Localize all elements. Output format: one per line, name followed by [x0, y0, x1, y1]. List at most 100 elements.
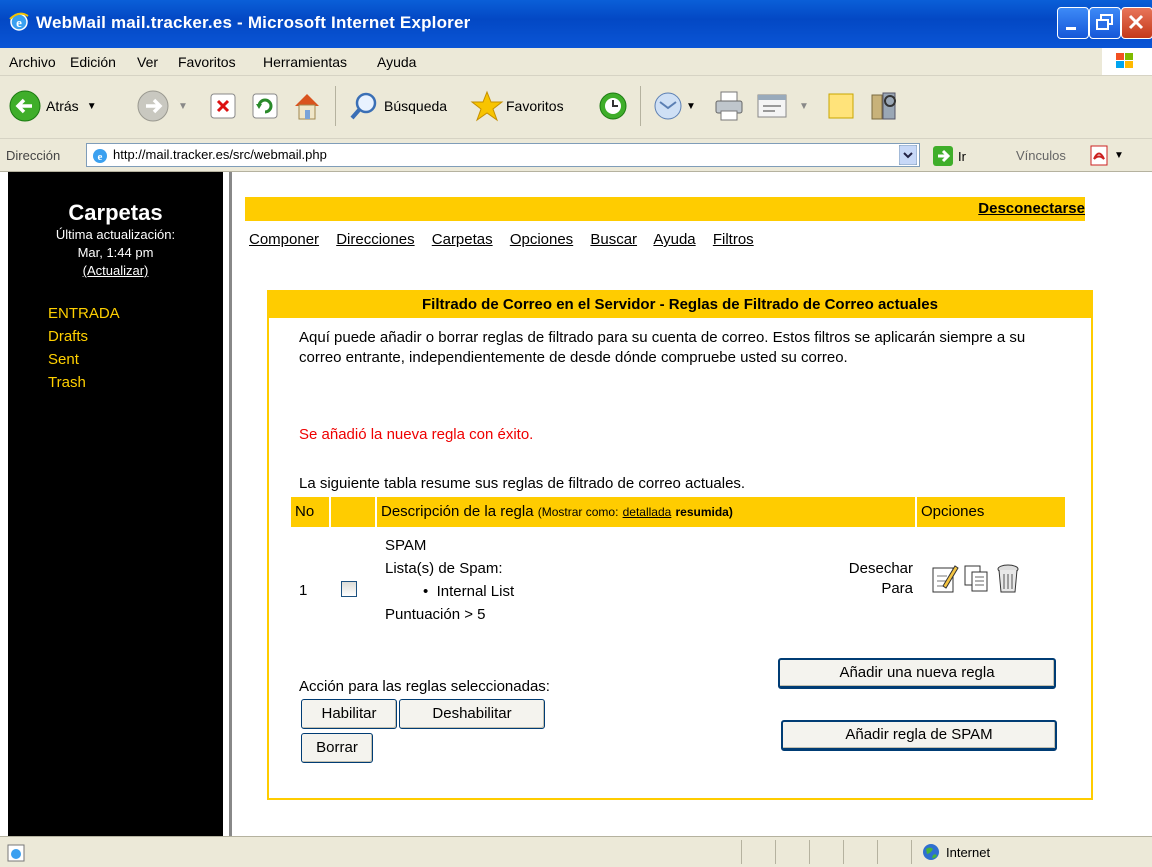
enable-button[interactable]: Habilitar — [301, 699, 397, 729]
edit-button[interactable]: ▼ — [755, 88, 809, 124]
refresh-button[interactable] — [250, 88, 280, 124]
address-input[interactable]: e http://mail.tracker.es/src/webmail.php — [86, 143, 920, 167]
discuss-button[interactable] — [826, 88, 856, 124]
restore-icon — [1096, 14, 1113, 30]
history-button[interactable] — [597, 88, 629, 124]
nav-opciones[interactable]: Opciones — [510, 231, 573, 248]
status-cell — [775, 840, 808, 864]
close-icon — [1128, 14, 1144, 30]
go-button[interactable]: Ir — [932, 145, 966, 167]
refresh-link[interactable]: (Actualizar) — [8, 262, 223, 280]
folder-drafts[interactable]: Drafts — [48, 325, 223, 348]
selected-action-label: Acción para las reglas seleccionadas: — [299, 678, 550, 695]
mail-button[interactable]: ▼ — [652, 88, 696, 124]
rule-action-line1: Desechar — [848, 560, 913, 577]
research-button[interactable] — [868, 88, 900, 124]
pdf-toolbar-button[interactable]: ▼ — [1088, 144, 1124, 166]
minimize-icon — [1066, 27, 1076, 30]
note-icon — [828, 93, 854, 119]
status-bar: Internet — [0, 836, 1152, 867]
zone-cell: Internet — [911, 840, 1152, 864]
disable-button[interactable]: Deshabilitar — [399, 699, 545, 729]
rule-list-item: • Internal List — [423, 583, 515, 600]
links-label[interactable]: Vínculos — [1016, 148, 1066, 163]
folder-sidebar: Carpetas Última actualización: Mar, 1:44… — [8, 172, 223, 836]
print-button[interactable] — [712, 88, 746, 124]
address-dropdown-icon[interactable] — [899, 145, 917, 165]
pdf-dropdown-icon[interactable]: ▼ — [1114, 150, 1124, 161]
restore-button[interactable] — [1089, 7, 1121, 39]
toolbar: Atrás ▼ ▼ Búsqueda Favoritos ▼ ▼ — [0, 76, 1152, 139]
close-button[interactable] — [1121, 7, 1152, 39]
col-description-label: Descripción de la regla — [381, 503, 534, 520]
rule-checkbox[interactable] — [341, 581, 357, 597]
folder-entrada[interactable]: ENTRADA — [48, 302, 223, 325]
add-spam-rule-button[interactable]: Añadir regla de SPAM — [781, 720, 1057, 751]
menu-edicion[interactable]: Edición — [70, 54, 116, 70]
col-options: Opciones — [917, 497, 1065, 527]
zone-label: Internet — [946, 844, 991, 860]
home-button[interactable] — [290, 88, 324, 124]
edit-page-icon — [757, 94, 787, 118]
forward-button[interactable]: ▼ — [136, 88, 188, 124]
stop-button[interactable] — [208, 88, 238, 124]
intro-text: Aquí puede añadir o borrar reglas de fil… — [299, 329, 1026, 366]
panel-title: Filtrado de Correo en el Servidor - Regl… — [269, 292, 1091, 318]
detailed-view-link[interactable]: detallada — [623, 505, 672, 519]
nav-ayuda[interactable]: Ayuda — [653, 231, 695, 248]
nav-filtros[interactable]: Filtros — [713, 231, 754, 248]
success-message: Se añadió la nueva regla con éxito. — [299, 426, 534, 443]
nav-componer[interactable]: Componer — [249, 231, 319, 248]
logout-link[interactable]: Desconectarse — [978, 200, 1085, 217]
rule-name: SPAM — [385, 537, 427, 554]
rules-table-header: No Descripción de la regla (Mostrar como… — [291, 497, 1065, 527]
address-label: Dirección — [6, 148, 61, 163]
last-update-time: Mar, 1:44 pm — [77, 245, 154, 260]
mail-dropdown-icon[interactable]: ▼ — [686, 101, 696, 112]
rule-lists-label: Lista(s) de Spam: — [385, 560, 503, 577]
go-arrow-icon — [933, 146, 953, 166]
copy-rule-icon[interactable] — [963, 564, 991, 594]
menu-herramientas[interactable]: Herramientas — [263, 54, 347, 70]
delete-button[interactable]: Borrar — [301, 733, 373, 763]
forward-dropdown-icon[interactable]: ▼ — [178, 101, 188, 112]
menu-archivo[interactable]: Archivo — [9, 54, 56, 70]
folder-sent[interactable]: Sent — [48, 348, 223, 371]
menu-ver[interactable]: Ver — [137, 54, 158, 70]
edit-dropdown-icon[interactable]: ▼ — [799, 101, 809, 112]
status-cell — [809, 840, 842, 864]
top-bar: Desconectarse — [245, 197, 1085, 221]
rule-description: SPAM Lista(s) de Spam: • Internal List P… — [385, 534, 514, 626]
status-cell — [843, 840, 876, 864]
trash-icon[interactable] — [995, 562, 1021, 596]
filter-panel: Filtrado de Correo en el Servidor - Regl… — [267, 290, 1093, 800]
menu-ayuda[interactable]: Ayuda — [377, 54, 416, 70]
frame-divider[interactable] — [229, 172, 232, 836]
back-arrow-icon — [9, 90, 41, 122]
nav-direcciones[interactable]: Direcciones — [336, 231, 414, 248]
menu-bar: Archivo Edición Ver Favoritos Herramient… — [0, 48, 1152, 76]
show-as-label: (Mostrar como: — [537, 505, 619, 519]
rule-action-line2: Para — [881, 580, 913, 597]
folder-trash[interactable]: Trash — [48, 371, 223, 394]
page-ie-icon: e — [93, 149, 107, 163]
pdf-icon — [1090, 145, 1108, 166]
nav-buscar[interactable]: Buscar — [590, 231, 637, 248]
search-button[interactable]: Búsqueda — [348, 88, 447, 124]
favorites-button[interactable]: Favoritos — [470, 88, 564, 124]
menu-favoritos[interactable]: Favoritos — [178, 54, 236, 70]
go-label: Ir — [958, 148, 966, 164]
table-row: 1 SPAM Lista(s) de Spam: • Internal List… — [291, 534, 1065, 634]
search-icon — [350, 92, 377, 120]
status-cell — [741, 840, 774, 864]
title-bar: e WebMail mail.tracker.es - Microsoft In… — [0, 0, 1152, 48]
favorites-label: Favoritos — [506, 98, 564, 114]
sidebar-heading: Carpetas — [68, 200, 163, 225]
minimize-button[interactable] — [1057, 7, 1089, 39]
add-rule-button[interactable]: Añadir una nueva regla — [778, 658, 1056, 689]
back-dropdown-icon[interactable]: ▼ — [87, 101, 97, 112]
nav-carpetas[interactable]: Carpetas — [432, 231, 493, 248]
back-button[interactable]: Atrás ▼ — [8, 88, 97, 124]
favorites-star-icon — [470, 90, 504, 122]
edit-rule-icon[interactable] — [931, 562, 959, 596]
